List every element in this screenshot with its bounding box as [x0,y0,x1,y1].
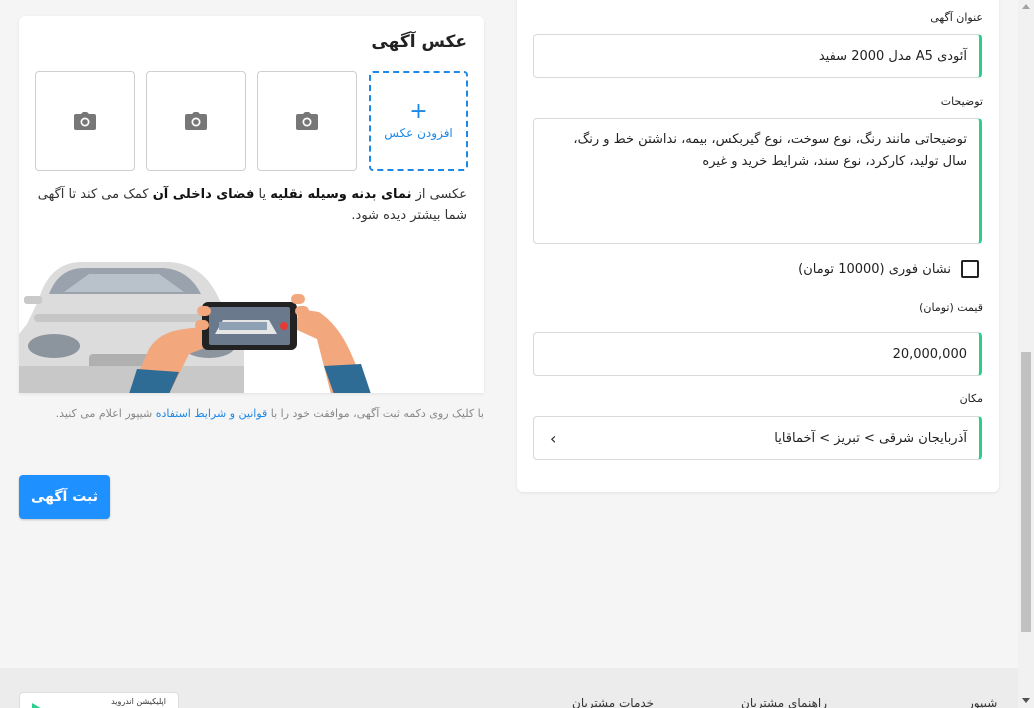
photo-slot-1[interactable] [257,71,357,171]
add-photo-label: افزودن عکس [384,126,453,140]
photo-card: عکس آگهی + افزودن عکس عکسی از نمای بدنه … [19,16,484,393]
price-label: قیمت (تومان) [919,301,983,314]
location-value: آذربایجان شرقی > تبریز > آخماقایا [774,430,967,446]
footer-brand[interactable]: شیپور [968,696,997,708]
scroll-up-arrow-icon[interactable] [1022,4,1030,9]
camera-icon [296,112,318,130]
desc-bold-2: فضای داخلی آن [152,187,255,202]
car-photo-illustration [19,262,371,393]
urgent-option[interactable]: نشان فوری (10000 تومان) [798,260,979,278]
plus-icon: + [409,99,428,124]
desc-bold-1: نمای بدنه وسیله نقلیه [270,187,412,202]
footer-customer-guide[interactable]: راهنمای مشتریان [741,696,827,708]
title-input[interactable]: آئودی A5 مدل 2000 سفید [533,34,982,78]
terms-text-2: شیپور اعلام می کنید. [55,407,156,420]
camera-icon [185,112,207,130]
android-app-badge[interactable]: اپلیکیشن اندروید [19,692,179,708]
location-select[interactable]: آذربایجان شرقی > تبریز > آخماقایا › [533,416,982,460]
scroll-down-arrow-icon[interactable] [1022,698,1030,703]
location-label: مکان [959,392,983,405]
urgent-label: نشان فوری (10000 تومان) [798,261,951,277]
desc-text-1: عکسی از [411,187,467,202]
scroll-thumb[interactable] [1021,352,1031,632]
submit-ad-button[interactable]: ثبت آگهی [19,475,110,519]
page-scrollbar[interactable] [1018,0,1034,708]
photo-section-title: عکس آگهی [371,32,467,52]
google-play-icon [32,703,44,708]
terms-text-1: با کلیک روی دکمه ثبت آگهی، موافقت خود را… [267,407,484,420]
urgent-checkbox[interactable] [961,260,979,278]
camera-icon [74,112,96,130]
photo-slot-2[interactable] [146,71,246,171]
terms-link[interactable]: قوانین و شرایط استفاده [156,407,268,420]
add-photo-button[interactable]: + افزودن عکس [369,71,468,171]
photo-description: عکسی از نمای بدنه وسیله نقلیه یا فضای دا… [35,184,467,226]
footer: شیپور راهنمای مشتریان خدمات مشتریان اپلی… [0,668,1018,708]
title-label: عنوان آگهی [930,11,983,24]
chevron-left-icon: › [550,428,557,448]
price-input[interactable]: 20,000,000 [533,332,982,376]
ad-form-card: عنوان آگهی آئودی A5 مدل 2000 سفید توضیحا… [517,0,999,492]
terms-notice: با کلیک روی دکمه ثبت آگهی، موافقت خود را… [19,403,484,425]
desc-text-2: یا [254,187,271,202]
photo-slot-3[interactable] [35,71,135,171]
android-app-label: اپلیکیشن اندروید [111,697,166,706]
footer-customer-services[interactable]: خدمات مشتریان [572,696,654,708]
description-label: توضیحات [940,95,983,108]
description-textarea[interactable]: توضیحاتی مانند رنگ، نوع سوخت، نوع گیربکس… [533,118,982,244]
